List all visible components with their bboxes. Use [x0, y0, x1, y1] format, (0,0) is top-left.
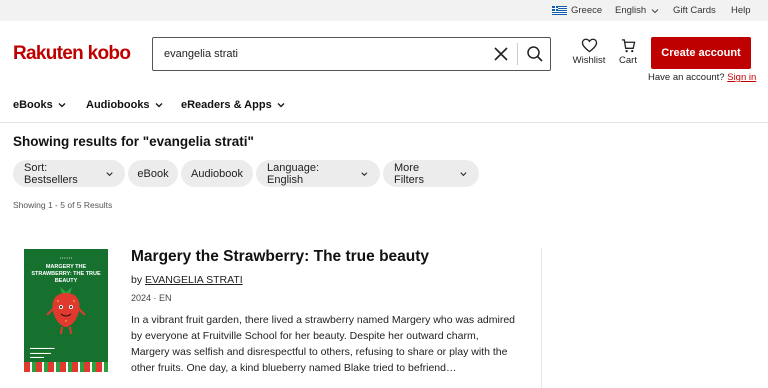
chevron-down-icon [155, 103, 163, 108]
audiobook-label: Audiobook [191, 167, 243, 180]
heart-icon [581, 38, 597, 53]
greece-flag-icon [552, 5, 567, 16]
gift-cards-link[interactable]: Gift Cards [673, 5, 716, 16]
more-filters[interactable]: More Filters [383, 160, 479, 187]
help-label: Help [731, 5, 751, 16]
nav-audiobooks[interactable]: Audiobooks [86, 99, 164, 111]
search-input[interactable]: evangelia strati [164, 48, 238, 60]
language-selector[interactable]: English [615, 5, 660, 16]
book-title[interactable]: Margery the Strawberry: The true beauty [131, 248, 429, 266]
cover-blurb: ▬▬▬▬▬▬▬ ▬▬▬▬▬▬ ▬▬▬▬ [30, 346, 55, 360]
strawberry-illustration [46, 287, 86, 335]
by-label: by [131, 274, 143, 286]
more-filters-label: More Filters [394, 161, 424, 186]
chevron-down-icon [277, 103, 285, 108]
audiobook-filter[interactable]: Audiobook [181, 160, 253, 187]
chevron-down-icon [361, 171, 368, 176]
nav-ebooks[interactable]: eBooks [13, 99, 67, 111]
author-link[interactable]: EVANGELIA STRATI [145, 274, 243, 286]
chevron-down-icon [106, 171, 113, 176]
ebook-filter[interactable]: eBook [128, 160, 178, 187]
help-link[interactable]: Help [731, 5, 751, 16]
wishlist-button[interactable]: Wishlist [571, 38, 607, 66]
create-account-button[interactable]: Create account [651, 37, 751, 69]
site-header: Rakuten kobo evangelia strati Wishlist C… [0, 21, 768, 87]
language-label: English [615, 5, 647, 16]
rakuten-kobo-logo[interactable]: Rakuten kobo [13, 43, 131, 65]
have-account-text: Have an account? [648, 72, 725, 83]
book-description: In a vibrant fruit garden, there lived a… [131, 314, 516, 374]
book-author: by EVANGELIA STRATI [131, 274, 243, 286]
language-filter-label: Language: English [267, 161, 319, 186]
gift-cards-label: Gift Cards [673, 5, 716, 16]
ebook-label: eBook [137, 167, 169, 180]
cart-button[interactable]: Cart [615, 38, 641, 66]
cover-border-decoration [24, 362, 108, 372]
country-selector[interactable]: Greece [552, 5, 602, 16]
search-icon[interactable] [526, 45, 544, 63]
country-label: Greece [571, 5, 603, 16]
sort-filter[interactable]: Sort: Bestsellers [13, 160, 125, 187]
wishlist-label: Wishlist [572, 55, 606, 66]
search-bar[interactable]: evangelia strati [152, 37, 551, 71]
chevron-down-icon [651, 8, 659, 13]
nav-ereaders-label: eReaders & Apps [181, 99, 272, 111]
book-cover[interactable]: • • • • • • MARGERY THE STRAWBERRY: THE … [24, 249, 108, 372]
nav-audiobooks-label: Audiobooks [86, 99, 150, 111]
chevron-down-icon [58, 103, 66, 108]
cover-top-text: • • • • • • [59, 256, 73, 260]
category-nav: eBooks Audiobooks eReaders & Apps [0, 97, 768, 123]
result-divider [541, 248, 542, 388]
book-meta: 2024 · EN [131, 293, 172, 303]
top-utility-bar: Greece English Gift Cards Help [0, 0, 768, 21]
clear-search-icon[interactable] [492, 45, 510, 63]
results-count: Showing 1 - 5 of 5 Results [13, 200, 113, 210]
sort-label: Sort: Bestsellers [24, 161, 78, 186]
nav-ereaders-apps[interactable]: eReaders & Apps [181, 99, 286, 111]
sign-in-link[interactable]: Sign in [727, 72, 756, 83]
cart-icon [621, 39, 635, 53]
results-heading: Showing results for "evangelia strati" [13, 134, 254, 149]
search-divider [517, 43, 518, 65]
language-filter[interactable]: Language: English [256, 160, 380, 187]
cart-label: Cart [619, 55, 637, 66]
chevron-down-icon [460, 171, 467, 176]
nav-ebooks-label: eBooks [13, 99, 53, 111]
sign-in-prompt: Have an account? Sign in [648, 72, 756, 83]
